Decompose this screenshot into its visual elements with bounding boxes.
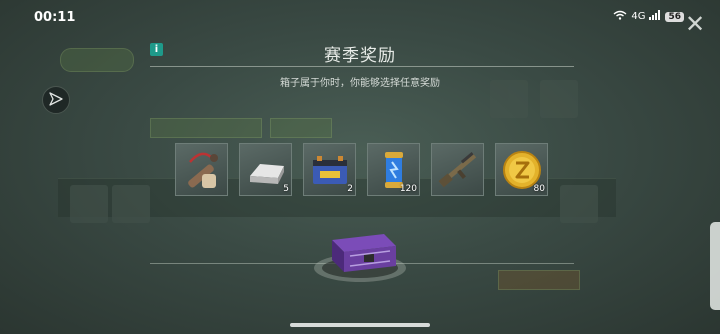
send-icon bbox=[49, 91, 63, 110]
purple-chest-icon bbox=[310, 234, 410, 288]
title-divider bbox=[150, 66, 574, 67]
dialog-subtitle: 箱子属于你时，你能够选择任意奖励 bbox=[280, 78, 440, 89]
clock: 00:11 bbox=[34, 10, 76, 25]
status-icons: 4G 56 bbox=[613, 10, 684, 23]
side-handle[interactable] bbox=[710, 222, 720, 310]
reward-quantity: 2 bbox=[347, 184, 353, 194]
reward-list: 5 2 120 80 bbox=[175, 143, 548, 196]
network-label: 4G bbox=[631, 11, 646, 22]
reward-slot[interactable] bbox=[431, 143, 484, 196]
status-bar: 00:11 4G 56 bbox=[0, 0, 720, 34]
reward-slot[interactable] bbox=[175, 143, 228, 196]
reward-quantity: 5 bbox=[283, 184, 289, 194]
signal-icon bbox=[649, 10, 661, 23]
home-indicator[interactable] bbox=[290, 323, 430, 327]
send-button[interactable] bbox=[42, 86, 70, 114]
reward-quantity: 80 bbox=[533, 184, 545, 194]
reward-quantity: 120 bbox=[399, 184, 417, 194]
reward-chest[interactable] bbox=[310, 222, 410, 284]
wifi-icon bbox=[613, 10, 627, 23]
reward-slot[interactable]: 2 bbox=[303, 143, 356, 196]
reward-slot[interactable]: 5 bbox=[239, 143, 292, 196]
reward-slot[interactable]: 80 bbox=[495, 143, 548, 196]
dialog-title: 赛季奖励 bbox=[324, 46, 396, 66]
close-button[interactable]: ✕ bbox=[681, 10, 709, 38]
reward-slot[interactable]: 120 bbox=[367, 143, 420, 196]
